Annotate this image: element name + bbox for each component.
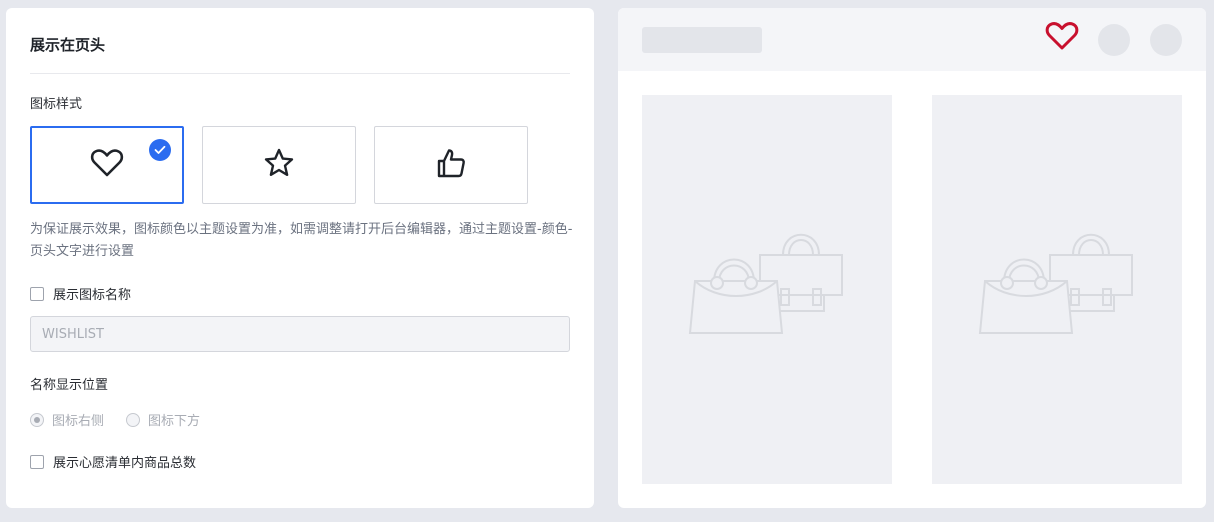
- show-icon-name-option[interactable]: 展示图标名称: [30, 284, 131, 303]
- settings-panel: 展示在页头 图标样式 为保证展示效果，图标颜色以主题设置为准，如需调整请打开后台…: [6, 8, 594, 508]
- show-count-checkbox[interactable]: [30, 454, 44, 469]
- selected-check-icon: [149, 139, 171, 161]
- divider: [30, 73, 570, 74]
- icon-name-value: WISHLIST: [42, 326, 104, 342]
- icon-name-input[interactable]: WISHLIST: [30, 316, 570, 352]
- heart-icon: [90, 148, 124, 182]
- preview-panel: [618, 8, 1206, 508]
- star-icon: [263, 147, 295, 183]
- show-count-label: 展示心愿清单内商品总数: [53, 456, 197, 471]
- show-count-option[interactable]: 展示心愿清单内商品总数: [30, 452, 196, 471]
- thumbs-up-icon: [435, 147, 467, 183]
- product-card-placeholder: [932, 95, 1182, 484]
- icon-option-heart[interactable]: [30, 126, 184, 204]
- header-icon-placeholder: [1150, 24, 1182, 56]
- shopping-bags-icon: [977, 223, 1137, 357]
- section-title: 展示在页头: [30, 36, 106, 54]
- shopping-bags-icon: [687, 223, 847, 357]
- icon-option-thumbs-up[interactable]: [374, 126, 528, 204]
- preview-header: [618, 8, 1206, 71]
- product-card-placeholder: [642, 95, 892, 484]
- header-icon-placeholder: [1098, 24, 1130, 56]
- position-right-radio[interactable]: [30, 412, 44, 427]
- icon-style-label: 图标样式: [30, 97, 83, 112]
- icon-option-star[interactable]: [202, 126, 356, 204]
- wishlist-heart-icon: [1045, 21, 1079, 55]
- position-below-radio[interactable]: [126, 412, 141, 427]
- help-text: 为保证展示效果，图标颜色以主题设置为准，如需调整请打开后台编辑器，通过主题设置-…: [30, 222, 573, 259]
- name-position-label: 名称显示位置: [30, 378, 109, 393]
- position-below-label: 图标下方: [148, 414, 201, 429]
- show-icon-name-label: 展示图标名称: [53, 288, 132, 303]
- name-position-group: 图标右侧 图标下方: [30, 410, 200, 429]
- show-icon-name-checkbox[interactable]: [30, 286, 44, 301]
- logo-placeholder: [642, 27, 762, 53]
- position-right-label: 图标右侧: [52, 414, 105, 429]
